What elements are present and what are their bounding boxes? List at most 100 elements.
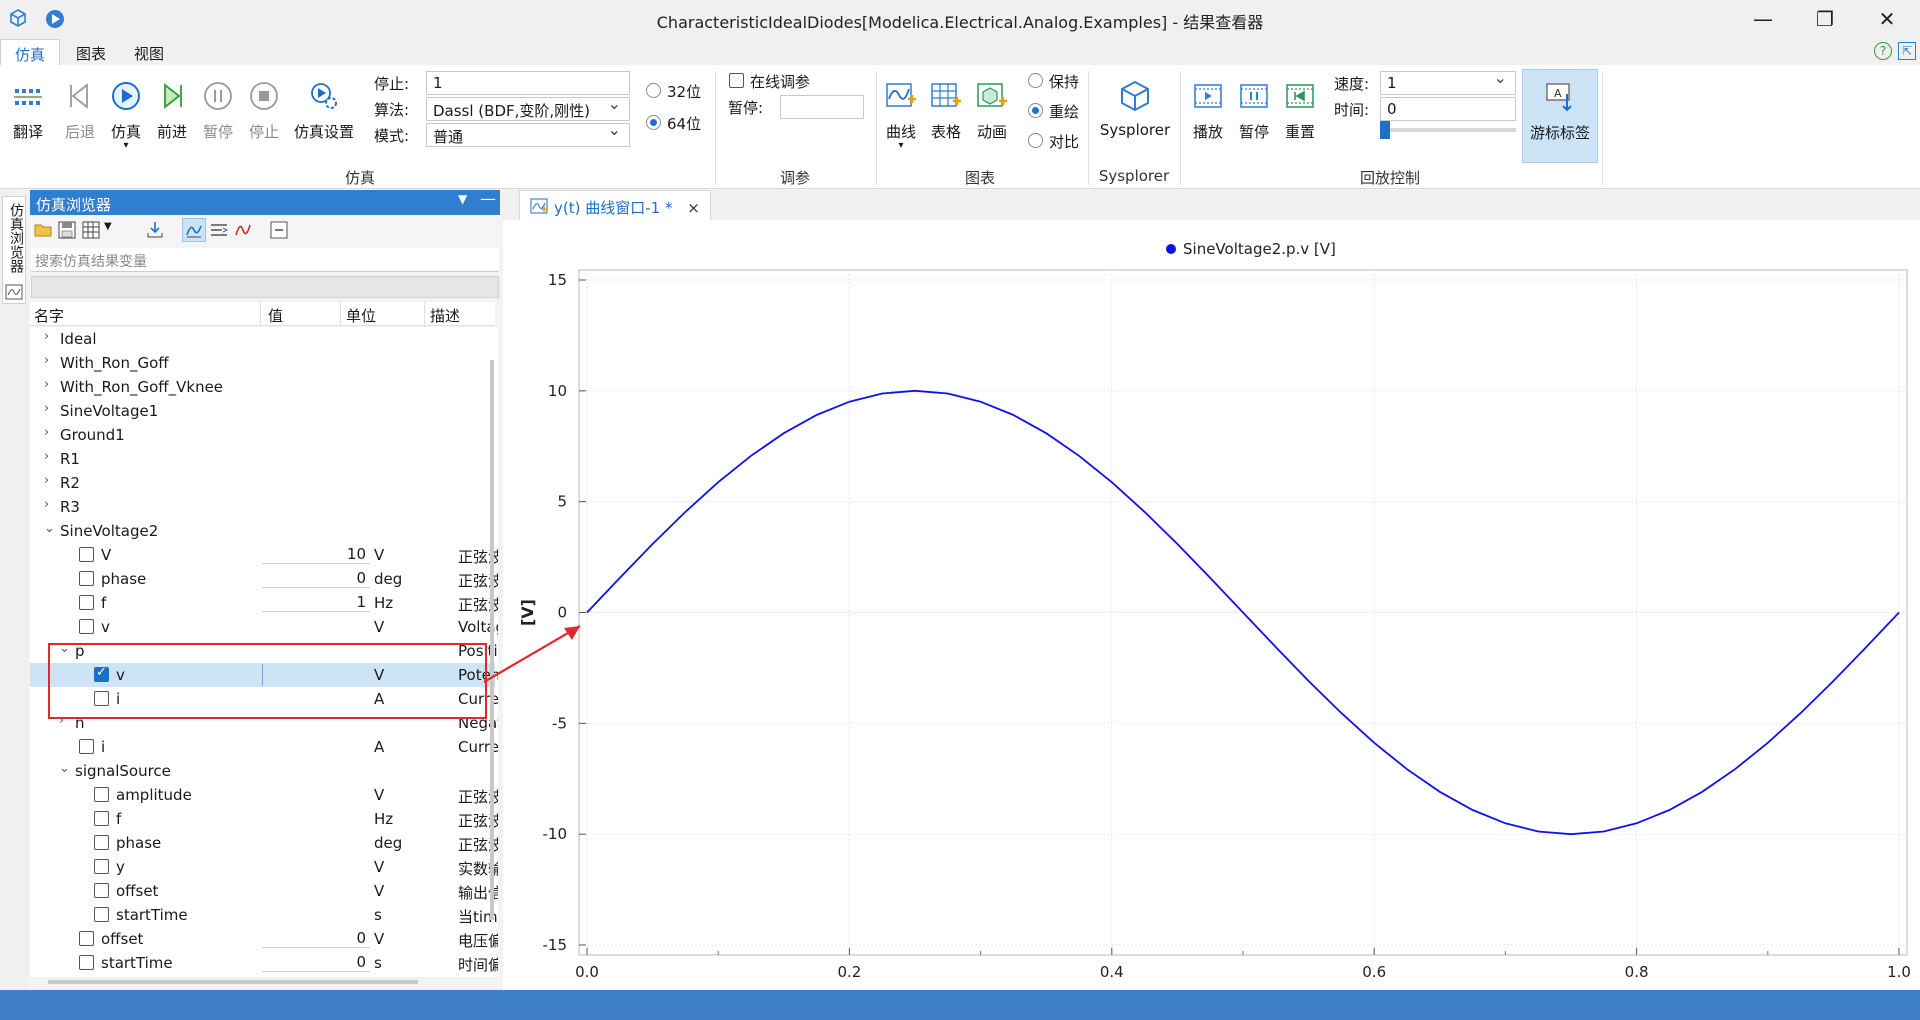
simulate-button[interactable]: 仿真 ▾ — [102, 79, 150, 169]
variable-checkbox[interactable] — [94, 787, 109, 802]
close-button[interactable]: ✕ — [1858, 0, 1916, 37]
algorithm-select[interactable]: Dassl (BDF,变阶,刚性) — [426, 97, 630, 121]
cursor-label-button[interactable]: A 游标标签 — [1522, 69, 1598, 163]
column-name[interactable]: 名字 — [34, 305, 64, 326]
time-slider-track[interactable] — [1380, 121, 1516, 139]
column-unit[interactable]: 单位 — [346, 305, 376, 326]
column-description[interactable]: 描述 — [430, 305, 460, 326]
variable-value-input[interactable]: 10 — [262, 546, 370, 564]
variable-checkbox[interactable] — [94, 811, 109, 826]
curve-dropdown-icon[interactable]: ▾ — [898, 140, 903, 151]
expand-arrow-icon[interactable]: › — [44, 449, 49, 464]
variable-search-input[interactable]: 搜索仿真结果变量 — [31, 248, 499, 272]
grid-view-dropdown-icon[interactable]: ▼ — [104, 221, 112, 232]
keep-radio[interactable] — [1028, 73, 1043, 88]
tree-row[interactable]: › With_Ron_Goff — [30, 351, 495, 375]
variable-value-input[interactable]: 0 — [262, 954, 370, 972]
variable-checkbox[interactable] — [79, 739, 94, 754]
collapse-arrow-icon[interactable]: ⌄ — [59, 761, 70, 776]
tree-row[interactable]: › With_Ron_Goff_Vknee — [30, 375, 495, 399]
translate-button[interactable]: 翻译 — [4, 79, 52, 169]
variable-value-input[interactable]: 1 — [262, 594, 370, 612]
tree-vertical-scrollbar[interactable] — [490, 360, 494, 920]
tree-row[interactable]: yV实数输出 — [30, 855, 498, 879]
expand-arrow-icon[interactable]: › — [44, 329, 49, 344]
variable-checkbox[interactable] — [79, 619, 94, 634]
curve-button[interactable]: 曲线 ▾ — [877, 79, 925, 169]
online-tuning-checkbox[interactable] — [729, 73, 744, 88]
tree-row[interactable]: offsetV输出信号 — [30, 879, 498, 903]
plot-window[interactable]: 0.0 0.2 0.4 0.6 0.8 1.0 15 10 5 0 -5 -10 -15 [V] SineV… — [503, 220, 1920, 990]
tree-row[interactable]: f1Hz正弦波频 — [30, 591, 498, 615]
tree-row[interactable]: › R3 — [30, 495, 495, 519]
playback-pause-button[interactable]: 暂停 — [1230, 79, 1278, 169]
show-curves-toggle[interactable] — [182, 218, 206, 242]
tree-row[interactable]: fHz正弦波频 — [30, 807, 498, 831]
time-input[interactable]: 0 — [1380, 97, 1516, 121]
collapse-all-icon[interactable] — [270, 221, 288, 239]
pause-button[interactable]: 暂停 — [194, 79, 242, 169]
variable-checkbox[interactable] — [94, 883, 109, 898]
speed-select[interactable]: 1 — [1380, 71, 1516, 95]
tree-row[interactable]: › Ground1 — [30, 423, 495, 447]
tree-row[interactable]: offset 0V 电压偏移 — [30, 927, 498, 951]
tree-row[interactable]: phase0deg正弦波的 — [30, 567, 498, 591]
expand-arrow-icon[interactable]: › — [44, 497, 49, 512]
grid-view-icon[interactable] — [82, 221, 100, 239]
panel-menu-icon[interactable]: ▼ — [458, 192, 467, 206]
help-icon[interactable]: ? — [1874, 42, 1892, 60]
tree-row[interactable]: ⌄ signalSource — [30, 759, 495, 783]
menu-tab-chart[interactable]: 图表 — [62, 39, 120, 65]
variable-value-input[interactable]: 0 — [262, 570, 370, 588]
expand-arrow-icon[interactable]: › — [44, 401, 49, 416]
panel-minimize-icon[interactable]: — — [480, 189, 496, 208]
expand-ribbon-icon[interactable]: ⇱ — [1898, 42, 1916, 60]
tree-row[interactable]: › R2 — [30, 471, 495, 495]
tree-row[interactable]: startTime 0s 时间偏移 — [30, 951, 498, 975]
menu-tab-view[interactable]: 视图 — [120, 39, 178, 65]
expand-arrow-icon[interactable]: › — [44, 425, 49, 440]
tree-row[interactable]: iACurrent — [30, 735, 498, 759]
expand-arrow-icon[interactable]: › — [44, 377, 49, 392]
bits64-radio[interactable] — [646, 115, 661, 130]
variable-checkbox[interactable] — [79, 955, 94, 970]
stop-time-input[interactable]: 1 — [426, 71, 630, 95]
column-value[interactable]: 值 — [268, 305, 283, 326]
variable-checkbox[interactable] — [94, 859, 109, 874]
minimize-button[interactable]: — — [1734, 0, 1792, 37]
collapse-arrow-icon[interactable]: ⌄ — [44, 521, 55, 536]
pause-time-input[interactable] — [780, 95, 864, 119]
animation-button[interactable]: 动画 — [968, 79, 1016, 169]
save-icon[interactable] — [58, 221, 76, 239]
variable-checkbox[interactable] — [79, 547, 94, 562]
menu-tab-simulation[interactable]: 仿真 — [0, 39, 61, 65]
time-slider-thumb[interactable] — [1380, 121, 1390, 139]
expand-arrow-icon[interactable]: › — [44, 473, 49, 488]
tree-row[interactable]: startTimes当time · — [30, 903, 498, 927]
bits32-radio[interactable] — [646, 83, 661, 98]
variable-checkbox[interactable] — [94, 835, 109, 850]
playback-play-button[interactable]: 播放 — [1184, 79, 1232, 169]
import-results-icon[interactable] — [146, 221, 164, 239]
redraw-radio[interactable] — [1028, 103, 1043, 118]
tree-row[interactable]: phasedeg正弦波相 — [30, 831, 498, 855]
expand-arrow-icon[interactable]: › — [44, 353, 49, 368]
tree-horizontal-scrollbar[interactable] — [48, 980, 418, 984]
compare-radio[interactable] — [1028, 133, 1043, 148]
tree-row[interactable]: amplitudeV正弦波振 — [30, 783, 498, 807]
mode-select[interactable]: 普通 — [426, 123, 630, 147]
tree-row[interactable]: V10V正弦波的 — [30, 543, 498, 567]
tab-curve-window-1[interactable]: y(t) 曲线窗口-1 * × — [519, 190, 711, 220]
sim-settings-button[interactable]: 仿真设置 — [294, 79, 354, 169]
variable-checkbox[interactable] — [79, 595, 94, 610]
variable-checkbox[interactable] — [79, 931, 94, 946]
step-forward-button[interactable]: 前进 — [148, 79, 196, 169]
tree-row[interactable]: vVVoltage — [30, 615, 498, 639]
open-folder-icon[interactable] — [34, 221, 52, 239]
sysplorer-button[interactable]: Sysplorer — [1096, 79, 1174, 169]
red-curve-icon[interactable] — [234, 221, 252, 239]
playback-reset-button[interactable]: 重置 — [1276, 79, 1324, 169]
stop-button[interactable]: 停止 — [240, 79, 288, 169]
variable-checkbox[interactable] — [94, 907, 109, 922]
list-filter-icon[interactable] — [210, 221, 228, 239]
